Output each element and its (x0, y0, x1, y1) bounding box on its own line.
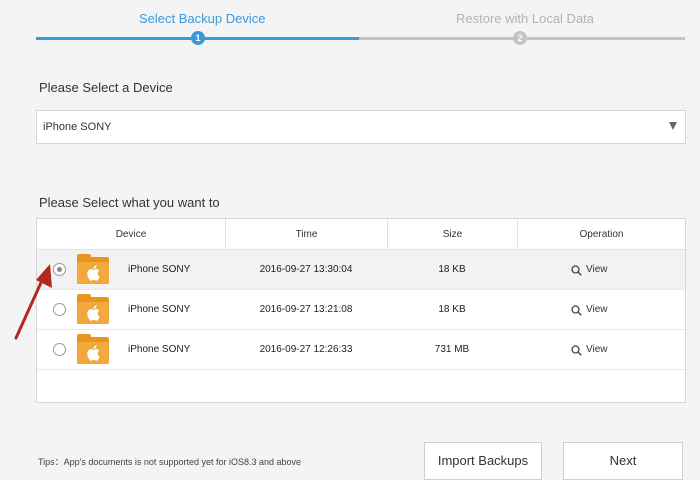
table-row[interactable]: iPhone SONY 2016-09-27 12:26:33 731 MB V… (37, 330, 685, 370)
select-backup-heading: Please Select what you want to (39, 195, 220, 210)
row-device-name: iPhone SONY (128, 264, 191, 275)
view-link[interactable]: View (571, 330, 608, 370)
table-row[interactable]: iPhone SONY 2016-09-27 13:21:08 18 KB Vi… (37, 290, 685, 330)
step-2-marker: 2 (513, 31, 527, 45)
search-icon (571, 344, 582, 356)
table-row[interactable]: iPhone SONY 2016-09-27 13:30:04 18 KB Vi… (37, 250, 685, 290)
row-size: 731 MB (434, 344, 470, 355)
row-device-name: iPhone SONY (128, 344, 191, 355)
next-button[interactable]: Next (563, 442, 683, 480)
backup-folder-icon (77, 254, 109, 284)
search-icon (571, 304, 582, 316)
step-2-label: Restore with Local Data (456, 11, 595, 26)
view-link-label: View (586, 264, 608, 275)
step-indicator: Select Backup Device Restore with Local … (0, 0, 700, 50)
annotation-arrow-icon (14, 264, 52, 340)
column-header-device: Device (115, 229, 147, 240)
search-icon (571, 264, 582, 276)
tips-text: Tips：App's documents is not supported ye… (38, 457, 302, 467)
view-link[interactable]: View (571, 250, 608, 290)
row-time: 2016-09-27 13:30:04 (259, 264, 353, 275)
row-device-name: iPhone SONY (128, 304, 191, 315)
view-link-label: View (586, 344, 608, 355)
step-1-label: Select Backup Device (139, 11, 266, 26)
table-header: Device Time Size Operation (37, 219, 685, 250)
column-header-size: Size (387, 219, 517, 250)
device-dropdown-value: iPhone SONY (43, 121, 112, 133)
row-time: 2016-09-27 13:21:08 (259, 304, 353, 315)
backup-table: Device Time Size Operation iPhone SONY 2… (36, 218, 686, 403)
row-size: 18 KB (438, 304, 466, 315)
backup-folder-icon (77, 334, 109, 364)
backup-folder-icon (77, 294, 109, 324)
view-link[interactable]: View (571, 290, 608, 330)
select-device-heading: Please Select a Device (39, 80, 173, 95)
step-1-marker: 1 (191, 31, 205, 45)
column-header-operation: Operation (517, 219, 685, 250)
dropdown-arrow-icon (669, 122, 677, 130)
column-header-time: Time (225, 219, 387, 250)
import-backups-button[interactable]: Import Backups (424, 442, 542, 480)
device-dropdown[interactable]: iPhone SONY (36, 110, 686, 144)
row-radio-button[interactable] (53, 343, 66, 356)
row-size: 18 KB (438, 264, 466, 275)
row-time: 2016-09-27 12:26:33 (259, 344, 353, 355)
view-link-label: View (586, 304, 608, 315)
